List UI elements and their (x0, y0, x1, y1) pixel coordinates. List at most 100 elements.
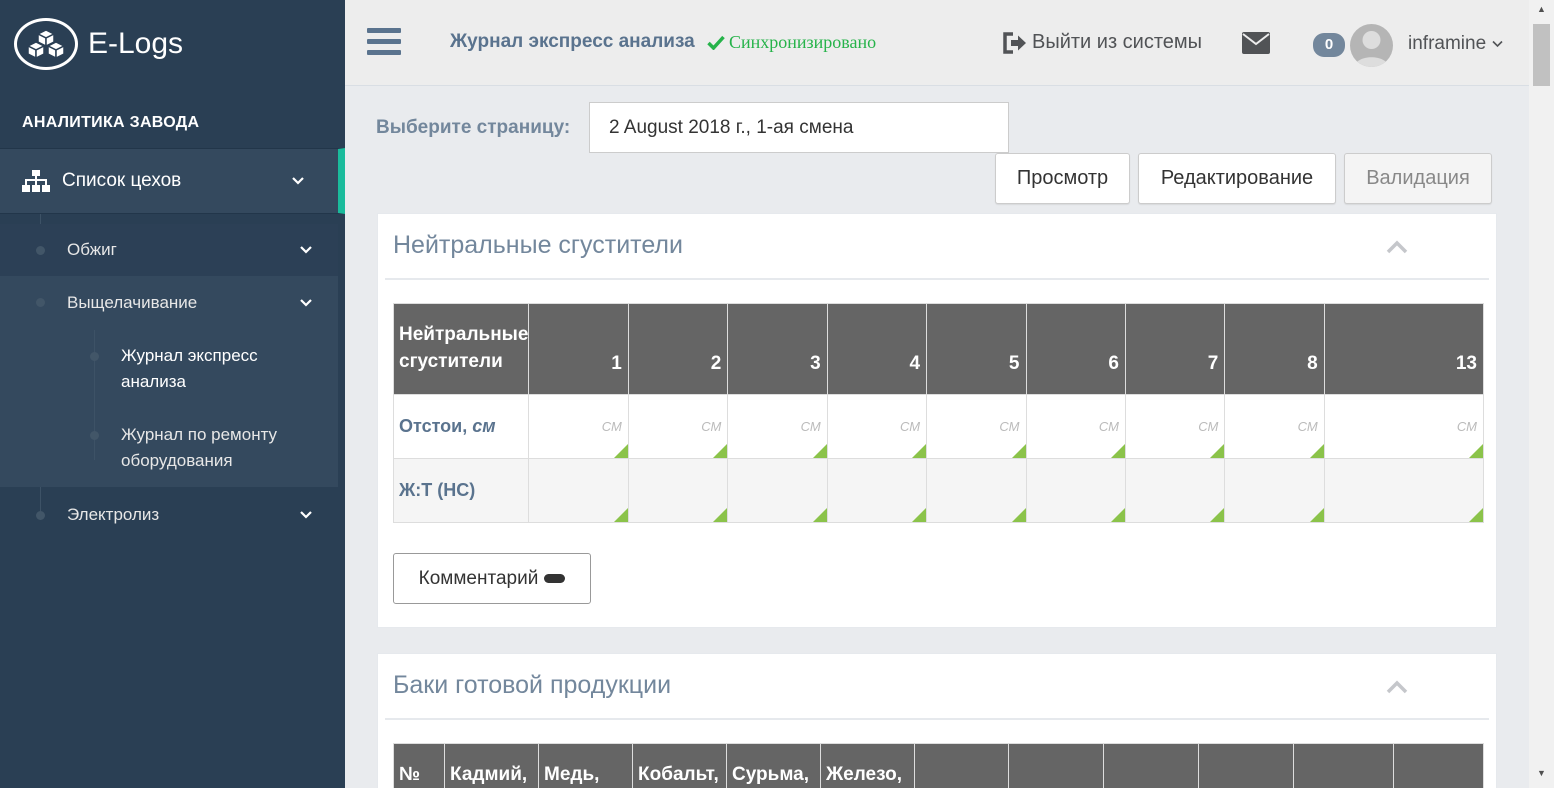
panel-title: Нейтральные сгустители (393, 231, 683, 259)
unit-placeholder: СМ (900, 419, 921, 434)
input-cell[interactable]: СМ (826, 394, 928, 459)
unit-placeholder: СМ (1098, 419, 1119, 434)
input-cell[interactable] (826, 458, 928, 523)
cubes-logo-icon (14, 18, 78, 70)
brand-name: E-Logs (88, 27, 184, 60)
notification-badge[interactable]: 0 (1313, 33, 1345, 57)
edit-button[interactable]: Редактирование (1138, 153, 1336, 204)
column-header (1393, 743, 1484, 788)
column-header: 2 (627, 303, 729, 395)
sidebar-subitem-obzhig[interactable]: Обжиг (0, 224, 338, 276)
input-cell[interactable] (1224, 458, 1325, 523)
table-row: Ж:Т (НС) (392, 458, 1485, 523)
column-header: Кадмий, (444, 743, 539, 788)
scroll-down-icon[interactable]: ▼ (1537, 768, 1546, 778)
column-header (1198, 743, 1294, 788)
input-cell[interactable] (926, 458, 1027, 523)
logout-link[interactable]: Выйти из системы (1002, 31, 1202, 54)
panel-divider (385, 278, 1489, 280)
sync-status: Синхронизировано (707, 32, 876, 53)
unit-placeholder: СМ (1456, 419, 1477, 434)
column-header: Железо, (820, 743, 915, 788)
input-cell[interactable] (1025, 458, 1126, 523)
thickeners-table: Нейтральные сгустители 1 2 3 4 5 6 7 8 1… (392, 303, 1485, 523)
user-menu[interactable]: inframine (1408, 33, 1503, 55)
username: inframine (1408, 33, 1487, 54)
sidebar-leaf-express-journal[interactable]: Журнал экспресс анализа (121, 343, 321, 395)
input-cell[interactable] (727, 458, 828, 523)
column-header: 13 (1323, 303, 1485, 395)
column-header: 7 (1124, 303, 1226, 395)
top-navbar: Журнал экспресс анализа Синхронизировано… (345, 0, 1529, 86)
row-label: Ж:Т (НС) (392, 458, 530, 523)
column-header: № (393, 743, 445, 788)
scrollbar[interactable]: ▲ ▼ (1529, 0, 1554, 788)
input-cell[interactable]: СМ (1323, 394, 1485, 459)
sidebar-item-label: Список цехов (62, 170, 182, 191)
sidebar-subitem-label: Электролиз (67, 505, 160, 524)
input-cell[interactable] (528, 458, 629, 523)
unit-placeholder: СМ (999, 419, 1020, 434)
sidebar-subitem-label: Обжиг (67, 240, 117, 259)
comment-label: Комментарий (418, 567, 539, 589)
view-button[interactable]: Просмотр (995, 153, 1130, 204)
column-header: 3 (727, 303, 828, 395)
comment-indicator-icon (544, 574, 566, 583)
chevron-up-icon[interactable] (1386, 680, 1408, 694)
sidebar-subitem-label: Выщелачивание (67, 293, 198, 312)
panel-neutral-thickeners: Нейтральные сгустители Нейтральные сгуст… (377, 213, 1497, 628)
chevron-down-icon (1492, 40, 1503, 48)
panel-divider (385, 718, 1489, 720)
tree-dot (90, 352, 99, 361)
input-cell[interactable]: СМ (926, 394, 1027, 459)
menu-toggle-icon[interactable] (367, 28, 401, 58)
chevron-down-icon (300, 246, 312, 254)
scroll-up-icon[interactable]: ▲ (1537, 4, 1546, 14)
unit-placeholder: СМ (800, 419, 821, 434)
column-header (914, 743, 1009, 788)
row-label: Отстои, см (392, 394, 530, 459)
comment-button[interactable]: Комментарий (393, 553, 591, 604)
column-header (1103, 743, 1199, 788)
tree-dot (36, 511, 45, 520)
sitemap-icon (22, 170, 50, 192)
input-cell[interactable] (627, 458, 729, 523)
input-cell[interactable]: СМ (727, 394, 828, 459)
validate-button[interactable]: Валидация (1344, 153, 1492, 204)
scroll-thumb[interactable] (1533, 24, 1550, 86)
input-cell[interactable]: СМ (627, 394, 729, 459)
sidebar-subitem-electrolysis[interactable]: Электролиз (0, 490, 338, 540)
avatar[interactable] (1350, 24, 1393, 67)
brand[interactable]: E-Logs (0, 0, 345, 88)
unit-placeholder: СМ (1297, 419, 1318, 434)
check-icon (707, 35, 725, 50)
input-cell[interactable] (1124, 458, 1226, 523)
chevron-down-icon (300, 511, 312, 519)
envelope-icon[interactable] (1242, 32, 1270, 54)
sidebar-section-title: АНАЛИТИКА ЗАВОДА (22, 114, 200, 131)
chevron-up-icon[interactable] (1386, 240, 1408, 254)
column-header: Медь, (538, 743, 633, 788)
unit-placeholder: СМ (601, 419, 622, 434)
input-cell[interactable]: СМ (528, 394, 629, 459)
tree-dot (90, 431, 99, 440)
input-cell[interactable]: СМ (1124, 394, 1226, 459)
tree-dot (36, 246, 45, 255)
input-cell[interactable]: СМ (1224, 394, 1325, 459)
table-corner-header: Нейтральные сгустители (392, 303, 530, 395)
column-header (1293, 743, 1394, 788)
column-header: 4 (826, 303, 928, 395)
input-cell[interactable]: СМ (1025, 394, 1126, 459)
input-cell[interactable] (1323, 458, 1485, 523)
column-header: 6 (1025, 303, 1126, 395)
column-header (1008, 743, 1104, 788)
sidebar-item-workshops[interactable]: Список цехов (0, 148, 345, 214)
sidebar-subitem-leaching[interactable]: Выщелачивание Журнал экспресс анализа Жу… (0, 276, 338, 487)
column-header: Сурьма, (726, 743, 821, 788)
chevron-down-icon (300, 299, 312, 307)
table-row: Отстои, см СМ СМ СМ СМ СМ СМ СМ СМ СМ (392, 394, 1485, 459)
page-select[interactable]: 2 August 2018 г., 1-ая смена (589, 102, 1009, 153)
sidebar-leaf-repair-journal[interactable]: Журнал по ремонту оборудования (121, 422, 321, 474)
journal-title: Журнал экспресс анализа (450, 31, 695, 52)
panel-finished-product-tanks: Баки готовой продукции № Кадмий, Медь, К… (377, 653, 1497, 788)
